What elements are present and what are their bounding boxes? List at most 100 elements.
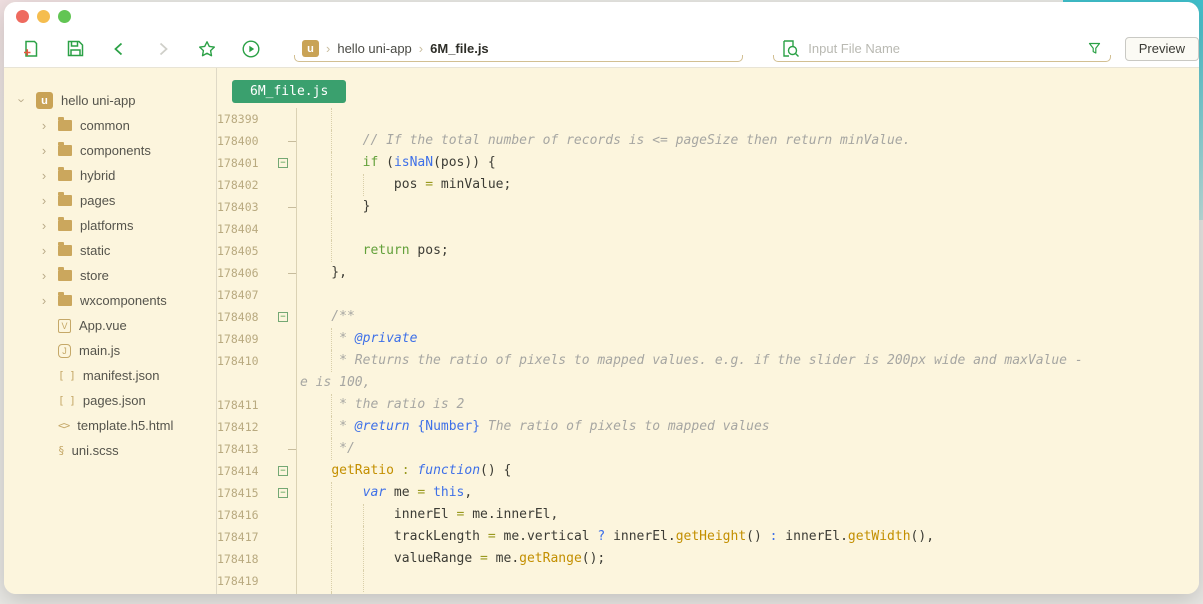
code-line[interactable]: 178413 */ — [217, 438, 1199, 460]
code-text[interactable]: // If the total number of records is <= … — [297, 130, 1199, 152]
new-file-button[interactable] — [20, 38, 42, 60]
code-line[interactable]: 178400 // If the total number of records… — [217, 130, 1199, 152]
code-text[interactable] — [297, 218, 1199, 240]
chevron-right-icon[interactable]: › — [38, 268, 50, 283]
fold-collapse-icon[interactable]: − — [278, 158, 288, 168]
run-button[interactable] — [240, 38, 262, 60]
code-text[interactable]: if (isNaN(pos)) { — [297, 152, 1199, 174]
tree-item-manifest-json[interactable]: [ ]manifest.json — [4, 363, 216, 388]
code-text[interactable]: return pos; — [297, 240, 1199, 262]
tree-item-uni-scss[interactable]: §uni.scss — [4, 438, 216, 463]
editor-tabstrip: 6M_file.js — [217, 68, 1199, 108]
tree-item-label: common — [80, 118, 130, 133]
save-button[interactable] — [64, 38, 86, 60]
tree-item-platforms[interactable]: ›platforms — [4, 213, 216, 238]
code-line[interactable]: 178401− if (isNaN(pos)) { — [217, 152, 1199, 174]
code-text[interactable]: } — [297, 196, 1199, 218]
code-line[interactable]: 178412 * @return {Number} The ratio of p… — [217, 416, 1199, 438]
code-text[interactable]: e is 100, — [297, 372, 1199, 394]
tree-item-components[interactable]: ›components — [4, 138, 216, 163]
fold-collapse-icon[interactable]: − — [278, 466, 288, 476]
code-line[interactable]: 178414− getRatio : function() { — [217, 460, 1199, 482]
tree-item-pages[interactable]: ›pages — [4, 188, 216, 213]
tree-item-pages-json[interactable]: [ ]pages.json — [4, 388, 216, 413]
chevron-right-icon[interactable]: › — [38, 243, 50, 258]
code-line[interactable]: 178408− /** — [217, 306, 1199, 328]
code-text[interactable] — [297, 570, 1199, 592]
code-line[interactable]: 178402 pos = minValue; — [217, 174, 1199, 196]
code-text[interactable]: getRatio : function() { — [297, 460, 1199, 482]
tree-item-static[interactable]: ›static — [4, 238, 216, 263]
chevron-right-icon[interactable]: › — [38, 218, 50, 233]
code-text[interactable]: pos = minValue; — [297, 174, 1199, 196]
tree-item-template-h5-html[interactable]: <>template.h5.html — [4, 413, 216, 438]
chevron-right-icon[interactable]: › — [38, 118, 50, 133]
code-line[interactable]: 178419 — [217, 570, 1199, 592]
code-text[interactable]: return valueRange === 0 ? trackLength : … — [297, 592, 1199, 594]
code-line[interactable]: 178404 — [217, 218, 1199, 240]
tab-6m-file-js[interactable]: 6M_file.js — [232, 80, 346, 103]
code-text[interactable]: }, — [297, 262, 1199, 284]
fold-column — [260, 174, 297, 196]
line-number: 178409 — [217, 332, 260, 346]
code-text[interactable]: * @private — [297, 328, 1199, 350]
code-text[interactable]: * the ratio is 2 — [297, 394, 1199, 416]
file-search-input[interactable] — [808, 41, 1058, 56]
code-line[interactable]: 178403 } — [217, 196, 1199, 218]
breadcrumb[interactable]: u › hello uni-app › 6M_file.js — [294, 35, 743, 63]
breadcrumb-underline — [294, 55, 743, 62]
tree-item-common[interactable]: › common — [4, 113, 216, 138]
bookmark-button[interactable] — [196, 38, 218, 60]
code-text[interactable]: * @return {Number} The ratio of pixels t… — [297, 416, 1199, 438]
tree-item-wxcomponents[interactable]: ›wxcomponents — [4, 288, 216, 313]
preview-button[interactable]: Preview — [1125, 37, 1199, 61]
fold-column: − — [260, 482, 297, 504]
code-text[interactable] — [297, 284, 1199, 306]
code-line[interactable]: 178409 * @private — [217, 328, 1199, 350]
file-search-field[interactable] — [773, 35, 1110, 63]
code-line[interactable]: 178416 innerEl = me.innerEl, — [217, 504, 1199, 526]
navigate-back-button[interactable] — [108, 38, 130, 60]
zoom-window-button[interactable] — [58, 10, 71, 23]
code-line[interactable]: 178411 * the ratio is 2 — [217, 394, 1199, 416]
minimize-window-button[interactable] — [37, 10, 50, 23]
code-text[interactable]: valueRange = me.getRange(); — [297, 548, 1199, 570]
breadcrumb-current-file[interactable]: 6M_file.js — [430, 41, 489, 56]
code-text[interactable] — [297, 108, 1199, 130]
breadcrumb-project[interactable]: hello uni-app — [337, 41, 411, 56]
navigate-forward-button[interactable] — [152, 38, 174, 60]
code-text[interactable]: * Returns the ratio of pixels to mapped … — [297, 350, 1199, 372]
filter-icon[interactable] — [1088, 42, 1101, 55]
fold-collapse-icon[interactable]: − — [278, 312, 288, 322]
code-line[interactable]: 178399 — [217, 108, 1199, 130]
chevron-right-icon[interactable]: › — [38, 193, 50, 208]
code-text[interactable]: /** — [297, 306, 1199, 328]
code-line[interactable]: 178410 * Returns the ratio of pixels to … — [217, 350, 1199, 372]
chevron-right-icon[interactable]: › — [38, 293, 50, 308]
tree-item-hello-uni-app[interactable]: ›uhello uni-app — [4, 88, 216, 113]
chevron-right-icon[interactable]: › — [38, 143, 50, 158]
close-window-button[interactable] — [16, 10, 29, 23]
tree-item-main-js[interactable]: Jmain.js — [4, 338, 216, 363]
tree-item-app-vue[interactable]: VApp.vue — [4, 313, 216, 338]
code-text[interactable]: var me = this, — [297, 482, 1199, 504]
chevron-right-icon[interactable]: › — [38, 168, 50, 183]
chevron-down-icon[interactable]: › — [15, 95, 30, 107]
tree-item-hybrid[interactable]: › hybrid — [4, 163, 216, 188]
code-line[interactable]: return valueRange === 0 ? trackLength : … — [217, 592, 1199, 594]
code-line[interactable]: 178417 trackLength = me.vertical ? inner… — [217, 526, 1199, 548]
code-text[interactable]: trackLength = me.vertical ? innerEl.getH… — [297, 526, 1199, 548]
code-line[interactable]: e is 100, — [217, 372, 1199, 394]
fold-collapse-icon[interactable]: − — [278, 488, 288, 498]
fold-column — [260, 394, 297, 416]
code-line[interactable]: 178415− var me = this, — [217, 482, 1199, 504]
code-line[interactable]: 178418 valueRange = me.getRange(); — [217, 548, 1199, 570]
code-text[interactable]: innerEl = me.innerEl, — [297, 504, 1199, 526]
code-line[interactable]: 178405 return pos; — [217, 240, 1199, 262]
tree-item-store[interactable]: ›store — [4, 263, 216, 288]
file-search-underline — [773, 55, 1110, 62]
tree-item-label: hybrid — [80, 168, 115, 183]
code-line[interactable]: 178407 — [217, 284, 1199, 306]
code-line[interactable]: 178406 }, — [217, 262, 1199, 284]
code-text[interactable]: */ — [297, 438, 1199, 460]
